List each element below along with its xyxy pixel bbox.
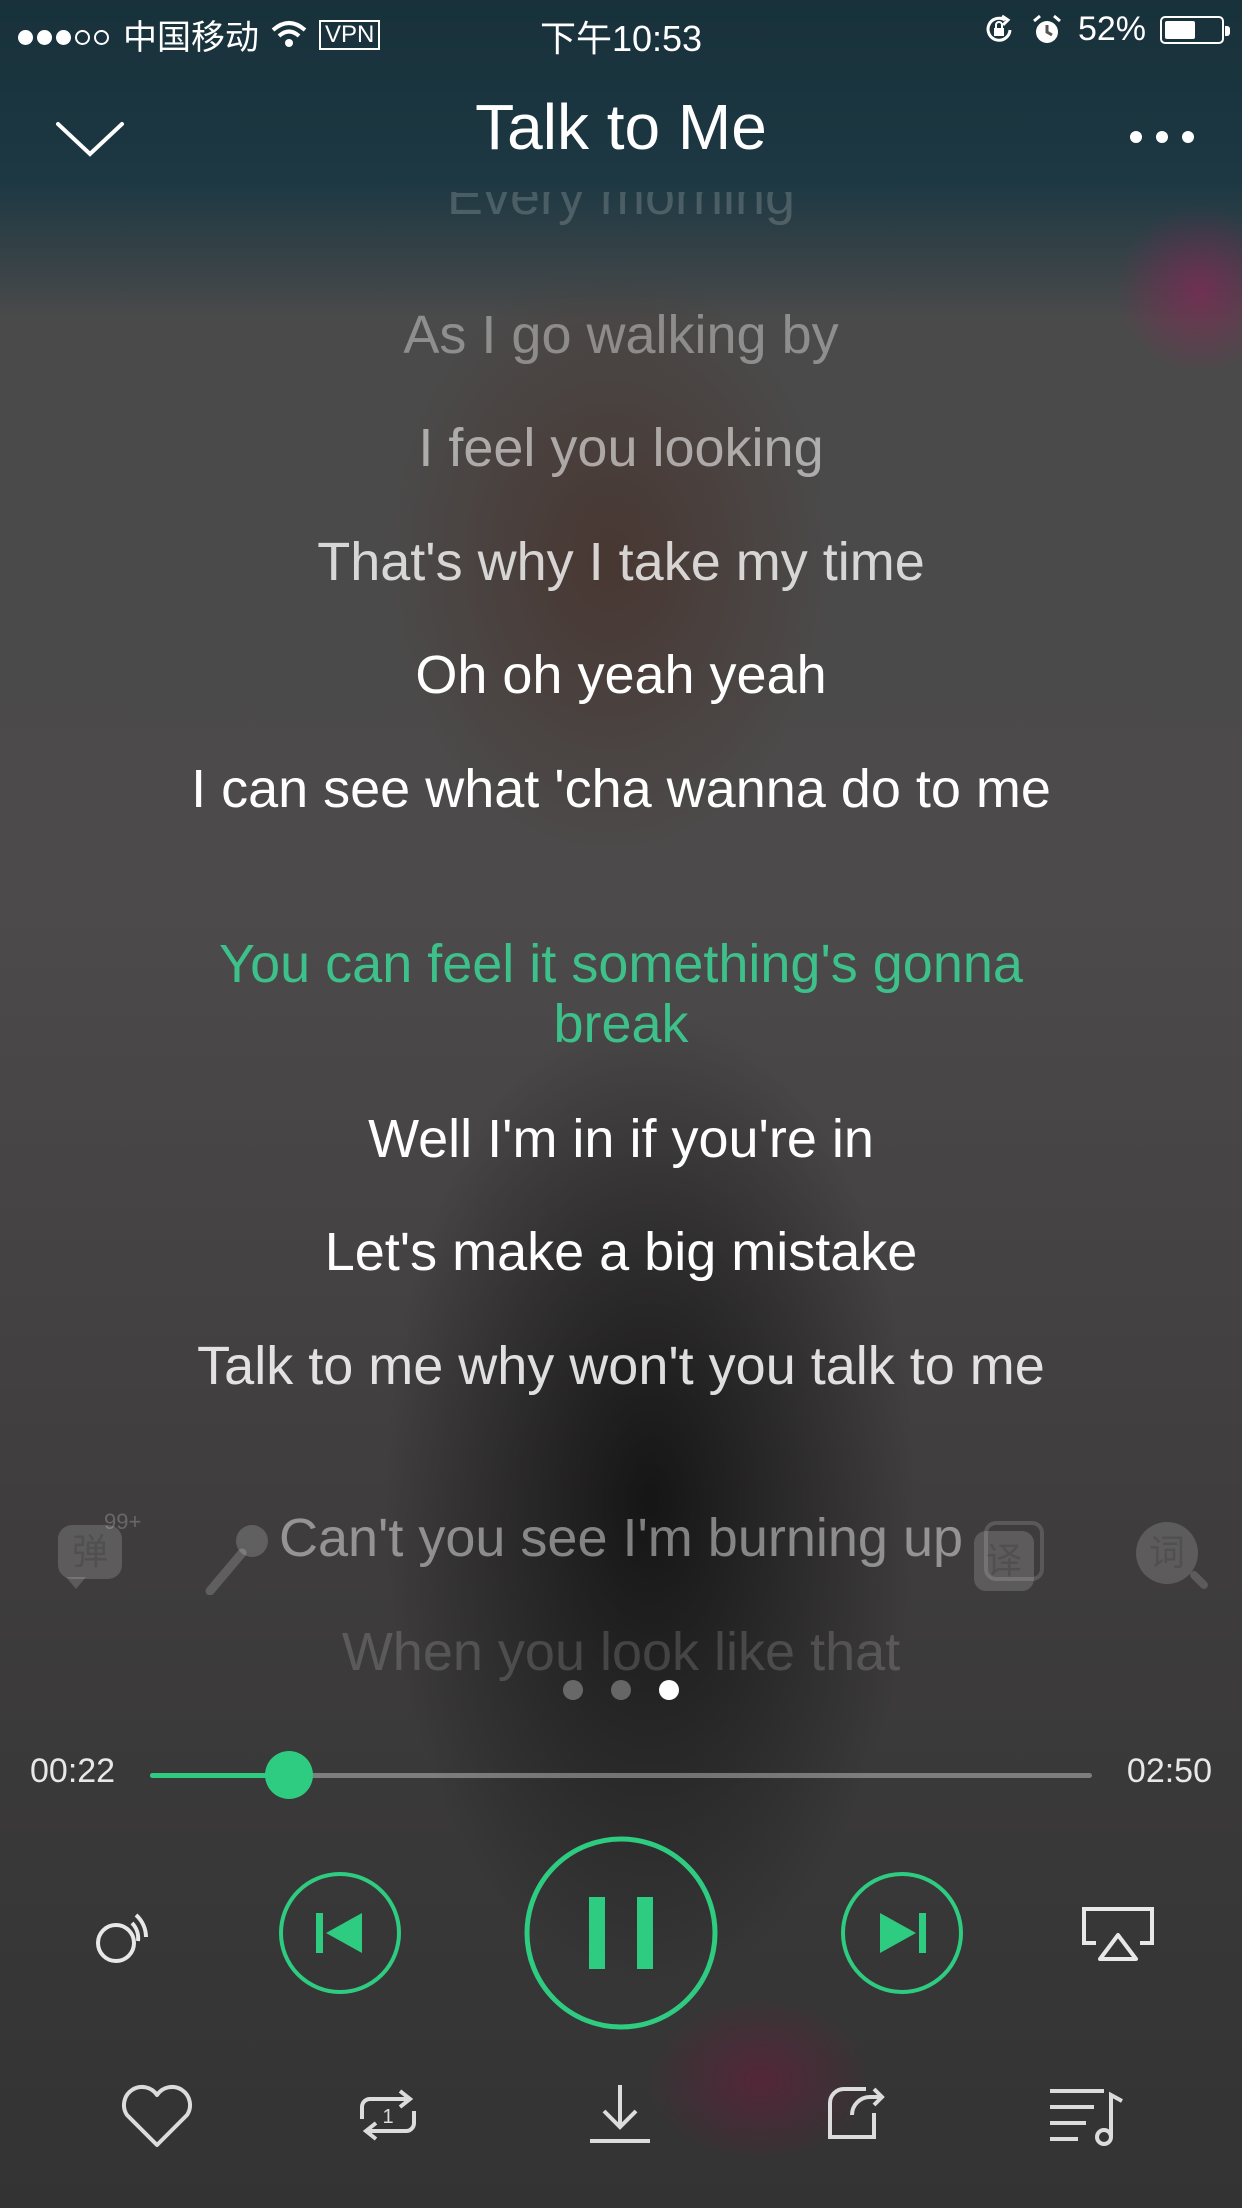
- elapsed-time: 00:22: [30, 1752, 116, 1790]
- next-button[interactable]: [840, 1871, 964, 1995]
- lyric-line: Let's make a big mistake: [324, 1222, 918, 1282]
- sound-effect-icon[interactable]: [82, 1895, 162, 1975]
- lyric-line: When you look like that: [341, 1622, 901, 1682]
- progress-track[interactable]: [150, 1751, 1092, 1799]
- share-icon[interactable]: [812, 2075, 892, 2155]
- svg-text:1: 1: [382, 2106, 393, 2128]
- repeat-one-icon[interactable]: 1: [348, 2075, 428, 2155]
- battery-icon: [1160, 15, 1230, 44]
- pause-button[interactable]: [523, 1835, 719, 2031]
- page-indicator: [0, 1680, 1242, 1705]
- lyric-line-current: You can feel it something's gonna break: [219, 934, 1023, 1054]
- playlist-icon[interactable]: [1046, 2075, 1126, 2155]
- lyric-line: That's why I take my time: [317, 532, 925, 592]
- previous-button[interactable]: [278, 1871, 402, 1995]
- danmu-icon[interactable]: 弹 99+: [52, 1509, 141, 1595]
- player-header: Talk to Me: [0, 62, 1242, 192]
- lyric-line: Talk to me why won't you talk to me: [197, 1336, 1045, 1396]
- alarm-icon: [1032, 14, 1061, 43]
- lyric-line: Every morning: [446, 192, 796, 226]
- battery-percent: 52%: [1077, 10, 1146, 48]
- lyric-line: Can't you see I'm burning up: [278, 1508, 964, 1568]
- lyric-line: As I go walking by: [403, 305, 839, 365]
- total-time: 02:50: [1126, 1752, 1212, 1790]
- lyric-line: Oh oh yeah yeah: [415, 645, 827, 705]
- lyric-line: I can see what 'cha wanna do to me: [191, 759, 1051, 819]
- lyrics-panel[interactable]: Every morning As I go walking by I feel …: [150, 192, 1092, 1682]
- song-title: Talk to Me: [475, 91, 767, 163]
- danmu-badge: 99+: [104, 1509, 142, 1534]
- airplay-icon[interactable]: [1078, 1895, 1158, 1975]
- heart-icon[interactable]: [117, 2075, 197, 2155]
- more-options-icon[interactable]: [1122, 102, 1202, 172]
- page-dot-active[interactable]: [659, 1680, 679, 1700]
- lyric-line: Well I'm in if you're in: [368, 1109, 874, 1169]
- orientation-lock-icon: [986, 14, 1012, 42]
- lyrics-search-icon[interactable]: 词: [1132, 1518, 1212, 1598]
- progress-thumb[interactable]: [265, 1751, 314, 1799]
- microphone-icon[interactable]: [200, 1515, 280, 1595]
- lyric-line: I feel you looking: [418, 418, 824, 478]
- page-dot[interactable]: [611, 1680, 631, 1700]
- status-bar: 中国移动 VPN 下午10:53 52%: [0, 0, 1242, 62]
- translate-icon[interactable]: 译: [970, 1515, 1050, 1595]
- translate-glyph: 译: [974, 1531, 1034, 1591]
- page-dot[interactable]: [563, 1680, 583, 1700]
- download-icon[interactable]: [580, 2075, 660, 2155]
